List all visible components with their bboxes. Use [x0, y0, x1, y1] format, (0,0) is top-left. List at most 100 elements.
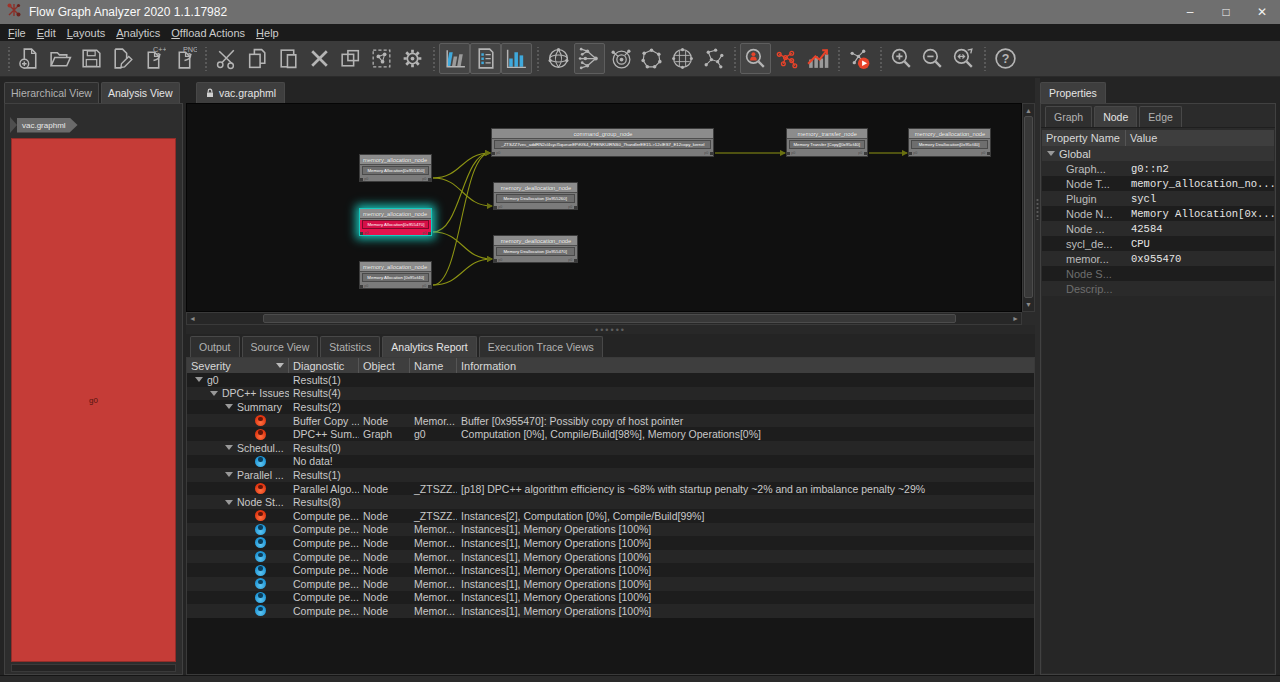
tab-edge[interactable]: Edge [1139, 106, 1182, 127]
help-button[interactable]: ? [990, 43, 1021, 74]
graph-node-dealloc3[interactable]: memory_deallocation_nodeMemory Deallocat… [908, 128, 991, 157]
close-button[interactable]: ✕ [1244, 0, 1280, 24]
graph-overview-rect[interactable]: g0 [11, 138, 176, 662]
expander-icon[interactable] [225, 472, 233, 477]
property-row[interactable]: Node S... [1042, 266, 1274, 281]
critical-path-button[interactable] [740, 43, 771, 74]
property-row[interactable]: Node ...42584 [1042, 221, 1274, 236]
analytics-result-row[interactable]: Compute pe...NodeMemor...Instances[1], M… [187, 563, 1034, 577]
tab-execution-trace-views[interactable]: Execution Trace Views [479, 336, 603, 357]
analytics-result-row[interactable]: Compute pe...NodeMemor...Instances[1], M… [187, 577, 1034, 591]
tab-source-view[interactable]: Source View [242, 336, 319, 357]
graph-node-cgn[interactable]: command_group_node_ZTSZZ7vec_addRN2cl4sy… [491, 128, 714, 157]
expander-icon[interactable] [210, 391, 218, 396]
grid-layout-button[interactable] [667, 43, 698, 74]
tab-analytics-report[interactable]: Analytics Report [382, 336, 476, 357]
property-column-value[interactable]: Value [1126, 130, 1274, 146]
export-png-button[interactable]: PNG [169, 43, 200, 74]
paste-button[interactable] [273, 43, 304, 74]
chart-view-button[interactable] [501, 43, 532, 74]
graph-canvas[interactable]: memory_allocation_nodeMemory Allocation[… [186, 103, 1022, 312]
analytics-group-row[interactable]: SummaryResults(2) [187, 400, 1034, 414]
analytics-group-row[interactable]: Schedul...Results(0) [187, 441, 1034, 455]
edit-graph-button[interactable] [107, 43, 138, 74]
graph-node-transfer[interactable]: memory_transfer_nodeMemory Transfer [Cop… [786, 128, 868, 157]
tab-properties[interactable]: Properties [1040, 82, 1106, 103]
menu-offload-actions[interactable]: Offload Actions [171, 27, 245, 39]
tab-statistics[interactable]: Statistics [320, 336, 380, 357]
horizontal-scrollbar-thumb[interactable] [263, 314, 956, 323]
analytics-result-row[interactable]: Compute pe...NodeMemor...Instances[1], M… [187, 604, 1034, 618]
zoom-in-button[interactable] [886, 43, 917, 74]
graph-node-alloc2[interactable]: memory_allocation_nodeMemory Allocation[… [359, 208, 432, 236]
expander-icon[interactable] [225, 404, 233, 409]
duplicate-selection-button[interactable] [335, 43, 366, 74]
column-header-severity[interactable]: Severity [187, 358, 289, 373]
analytics-group-row[interactable]: DPC++ IssuesResults(4) [187, 387, 1034, 401]
menu-analytics[interactable]: Analytics [116, 27, 160, 39]
delete-button[interactable] [304, 43, 335, 74]
graph-node-alloc1[interactable]: memory_allocation_nodeMemory Allocation[… [359, 154, 432, 182]
maximize-button[interactable]: □ [1208, 0, 1244, 24]
expander-icon[interactable] [225, 500, 233, 505]
menu-file[interactable]: File [8, 27, 26, 39]
performance-trend-button[interactable] [802, 43, 833, 74]
analytics-result-row[interactable]: Compute pe...NodeMemor...Instances[1], M… [187, 523, 1034, 537]
analytics-result-row[interactable]: Compute pe...NodeMemor...Instances[1], M… [187, 536, 1034, 550]
cut-button[interactable] [211, 43, 242, 74]
open-graph-button[interactable] [45, 43, 76, 74]
menu-edit[interactable]: Edit [37, 27, 56, 39]
tab-hierarchical-view[interactable]: Hierarchical View [4, 82, 99, 103]
export-cpp-button[interactable]: C++ [138, 43, 169, 74]
analytics-group-row[interactable]: Node St...Results(8) [187, 495, 1034, 509]
copy-button[interactable] [242, 43, 273, 74]
analytics-result-row[interactable]: Compute pe...NodeMemor...Instances[1], M… [187, 550, 1034, 564]
tab-node[interactable]: Node [1094, 106, 1137, 127]
preferences-button[interactable] [397, 43, 428, 74]
properties-group-row[interactable]: Global [1042, 146, 1274, 161]
canvas-horizontal-scrollbar[interactable]: ◄ ► [186, 312, 1022, 325]
graph-node-alloc3[interactable]: memory_allocation_nodeMemory Allocation … [359, 261, 432, 289]
save-button[interactable] [76, 43, 107, 74]
minimize-button[interactable]: – [1172, 0, 1208, 24]
highlight-graph-button[interactable] [771, 43, 802, 74]
radial-layout-button[interactable] [605, 43, 636, 74]
new-graph-button[interactable] [14, 43, 45, 74]
report-view-button[interactable] [470, 43, 501, 74]
zoom-fit-button[interactable] [948, 43, 979, 74]
sphere-layout-button[interactable] [543, 43, 574, 74]
column-header-name[interactable]: Name [410, 358, 457, 373]
tab-vac-graphml[interactable]: vac.graphml [196, 82, 285, 103]
property-row[interactable]: Pluginsycl [1042, 191, 1274, 206]
graph-node-dealloc1[interactable]: memory_deallocation_nodeMemory Deallocat… [493, 182, 578, 210]
property-row[interactable]: sycl_de...CPU [1042, 236, 1274, 251]
run-analysis-button[interactable] [844, 43, 875, 74]
property-row[interactable]: memor...0x955470 [1042, 251, 1274, 266]
expander-icon[interactable] [195, 377, 203, 382]
expander-icon[interactable] [225, 445, 233, 450]
analytics-result-row[interactable]: Compute pe...Node_ZTSZZ...Instances[2], … [187, 509, 1034, 523]
analytics-result-row[interactable]: Buffer Copy ...NodeMemor...Buffer [0x955… [187, 414, 1034, 428]
property-row[interactable]: Descrip... [1042, 281, 1274, 296]
property-row[interactable]: Node T...memory_allocation_no... [1042, 176, 1274, 191]
menu-layouts[interactable]: Layouts [67, 27, 106, 39]
menu-help[interactable]: Help [256, 27, 279, 39]
breadcrumb[interactable]: vac.graphml [10, 117, 78, 133]
analytics-group-row[interactable]: Parallel ...Results(1) [187, 468, 1034, 482]
tab-output[interactable]: Output [190, 336, 240, 357]
horizontal-splitter[interactable]: •••••• [186, 325, 1035, 334]
select-nodes-button[interactable] [366, 43, 397, 74]
performance-view-button[interactable] [439, 43, 470, 74]
column-header-object[interactable]: Object [359, 358, 410, 373]
graph-node-dealloc2[interactable]: memory_deallocation_nodeMemory Deallocat… [493, 235, 578, 263]
analytics-result-row[interactable]: Compute pe...NodeMemor...Instances[1], M… [187, 591, 1034, 605]
tab-graph[interactable]: Graph [1045, 106, 1092, 127]
property-row[interactable]: Graph...g0::n2 [1042, 161, 1274, 176]
tab-analysis-view[interactable]: Analysis View [101, 82, 180, 103]
analytics-group-row[interactable]: g0Results(1) [187, 373, 1034, 387]
column-header-diagnostic[interactable]: Diagnostic [289, 358, 359, 373]
zoom-out-button[interactable] [917, 43, 948, 74]
property-column-name[interactable]: Property Name [1042, 130, 1126, 146]
column-header-information[interactable]: Information [457, 358, 1034, 373]
canvas-vertical-scrollbar[interactable]: ▲ ▼ [1022, 103, 1035, 312]
